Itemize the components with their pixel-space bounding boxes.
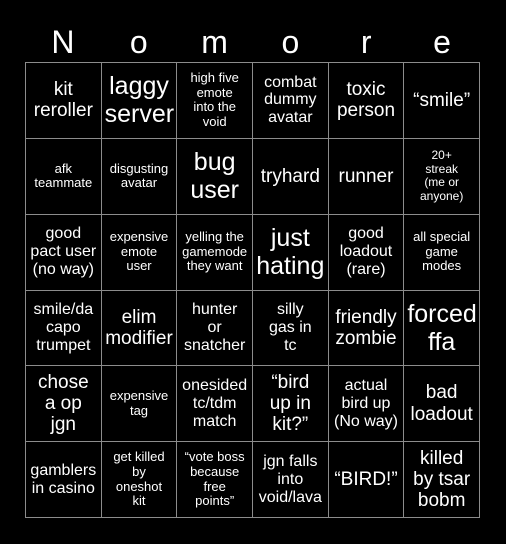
bingo-cell-label: “bird up in kit?”: [269, 371, 311, 436]
bingo-cell-label: chose a op jgn: [37, 371, 89, 436]
bingo-cell-label: “smile”: [413, 89, 471, 111]
bingo-cell-label: jgn falls into void/lava: [258, 452, 322, 506]
bingo-cell[interactable]: chose a op jgn: [26, 366, 102, 443]
bingo-cell-label: good pact user (no way): [30, 225, 97, 279]
bingo-cell-label: “vote boss because free points”: [184, 449, 245, 509]
bingo-cell-label: disgusting avatar: [109, 160, 169, 191]
bingo-cell[interactable]: friendly zombie: [328, 290, 405, 367]
bingo-cell-label: yelling the gamemode they want: [182, 229, 248, 274]
bingo-cell[interactable]: kit reroller: [26, 63, 102, 139]
bingo-cell-label: smile/da capo trumpet: [33, 301, 94, 354]
bingo-cell[interactable]: forced ffa: [404, 290, 480, 367]
bingo-cell[interactable]: silly gas in tc: [252, 290, 329, 367]
bingo-cell[interactable]: 20+ streak (me or anyone): [404, 138, 480, 215]
bingo-cell[interactable]: tryhard: [252, 138, 329, 215]
bingo-cell-label: tryhard: [260, 165, 320, 187]
bingo-cell[interactable]: actual bird up (No way): [328, 366, 405, 443]
bingo-cell[interactable]: yelling the gamemode they want: [177, 214, 253, 291]
bingo-cell[interactable]: bad loadout: [404, 366, 480, 443]
bingo-grid: kit reroller laggy server high five emote …: [25, 62, 480, 518]
bingo-cell[interactable]: “vote boss because free points”: [177, 442, 253, 518]
bingo-cell-label: “BIRD!”: [334, 468, 398, 490]
bingo-cell-label: friendly zombie: [335, 306, 397, 349]
bingo-cell[interactable]: smile/da capo trumpet: [26, 290, 102, 367]
bingo-cell-label: all special game modes: [413, 229, 471, 274]
bingo-cell-label: forced ffa: [407, 299, 477, 356]
bingo-cell-label: killed by tsar bobm: [413, 447, 471, 512]
title-letter-1: o: [129, 24, 148, 60]
bingo-cell[interactable]: hunter or snatcher: [177, 290, 253, 367]
bingo-cell-label: expensive emote user: [109, 229, 169, 274]
bingo-cell-label: elim modifier: [105, 306, 173, 349]
bingo-cell[interactable]: expensive tag: [101, 366, 178, 443]
bingo-cell[interactable]: onesided tc/tdm match: [177, 366, 253, 443]
bingo-cell[interactable]: expensive emote user: [101, 214, 178, 291]
bingo-cell-label: get killed by oneshot kit: [113, 449, 165, 509]
bingo-cell-label: bug user: [190, 148, 239, 205]
bingo-cell-label: toxic person: [336, 79, 396, 122]
title-letter-0: N: [51, 24, 75, 60]
bingo-cell[interactable]: jgn falls into void/lava: [252, 442, 329, 518]
bingo-cell[interactable]: afk teammate: [26, 138, 102, 215]
bingo-cell[interactable]: elim modifier: [101, 290, 178, 367]
bingo-cell-label: kit reroller: [33, 79, 93, 122]
bingo-cell[interactable]: gamblers in casino: [26, 442, 102, 518]
title-letter-4: r: [360, 24, 372, 60]
bingo-cell-label: high five emote into the void: [190, 70, 239, 129]
title-letter-5: e: [433, 24, 451, 60]
title-letter-3: o: [281, 24, 300, 60]
bingo-cell[interactable]: bug user: [177, 138, 253, 215]
bingo-card: No m o r e kit reroller laggy server high five…: [0, 0, 506, 544]
bingo-cell[interactable]: toxic person: [328, 63, 405, 139]
bingo-cell[interactable]: good pact user (no way): [26, 214, 102, 291]
bingo-cell-label: expensive tag: [109, 388, 169, 418]
bingo-cell-label: combat dummy avatar: [264, 73, 317, 127]
bingo-cell-label: laggy server: [104, 72, 175, 129]
bingo-cell[interactable]: just hating: [252, 214, 329, 291]
bingo-cell[interactable]: combat dummy avatar: [252, 63, 329, 139]
bingo-cell-label: runner: [338, 165, 394, 187]
title-letter-2: m: [201, 24, 228, 60]
bingo-cell[interactable]: all special game modes: [404, 214, 480, 291]
bingo-cell-label: 20+ streak (me or anyone): [419, 148, 464, 203]
bingo-cell-label: hunter or snatcher: [183, 301, 246, 354]
bingo-cell[interactable]: killed by tsar bobm: [404, 442, 480, 518]
bingo-cell-label: onesided tc/tdm match: [182, 376, 248, 430]
bingo-cell[interactable]: laggy server: [101, 63, 178, 139]
bingo-cell[interactable]: “smile”: [404, 63, 480, 139]
bingo-cell[interactable]: runner: [328, 138, 405, 215]
bingo-cell-label: afk teammate: [34, 160, 93, 191]
bingo-cell-label: gamblers in casino: [30, 461, 97, 497]
bingo-card-title: No m o r e: [25, 22, 480, 62]
bingo-cell-label: good loadout (rare): [339, 225, 393, 279]
bingo-cell[interactable]: disgusting avatar: [101, 138, 178, 215]
bingo-cell-label: silly gas in tc: [268, 301, 312, 354]
bingo-cell[interactable]: “BIRD!”: [328, 442, 405, 518]
bingo-cell[interactable]: get killed by oneshot kit: [101, 442, 178, 518]
bingo-cell[interactable]: “bird up in kit?”: [252, 366, 329, 443]
bingo-cell-label: just hating: [256, 224, 325, 281]
bingo-cell-label: actual bird up (No way): [333, 376, 398, 430]
bingo-cell[interactable]: good loadout (rare): [328, 214, 405, 291]
bingo-cell-label: bad loadout: [410, 382, 473, 425]
bingo-cell[interactable]: high five emote into the void: [177, 63, 253, 139]
